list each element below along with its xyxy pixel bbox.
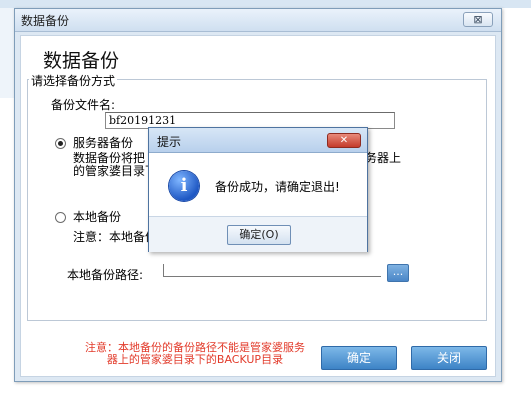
warning-line2: 器上的管家婆目录下的BACKUP目录	[106, 353, 284, 366]
prompt-close-button[interactable]: ✕	[327, 133, 361, 148]
backup-filename-label: 备份文件名:	[51, 98, 116, 112]
local-path-input[interactable]	[163, 276, 381, 277]
prompt-titlebar: 提示 ✕	[149, 128, 367, 153]
prompt-footer: 确定(O)	[149, 216, 367, 252]
browse-button[interactable]: ...	[387, 264, 409, 282]
prompt-message: 备份成功，请确定退出!	[215, 180, 340, 194]
backup-method-group-label: 请选择备份方式	[29, 72, 118, 89]
prompt-title: 提示	[157, 135, 182, 149]
page-title: 数据备份	[43, 50, 120, 72]
background-window-strip	[0, 0, 531, 8]
server-backup-description-tail: 务器上	[365, 151, 402, 165]
server-backup-radio[interactable]	[55, 138, 66, 149]
local-backup-label[interactable]: 本地备份	[73, 208, 121, 225]
dialog-titlebar: 数据备份 ⊠	[15, 9, 501, 32]
background-window-edge	[0, 8, 14, 98]
server-backup-label[interactable]: 服务器备份	[73, 134, 133, 151]
prompt-ok-button[interactable]: 确定(O)	[227, 225, 291, 245]
local-path-label: 本地备份路径:	[67, 268, 144, 282]
info-icon: i	[169, 171, 199, 201]
local-backup-radio[interactable]	[55, 212, 66, 223]
prompt-dialog: 提示 ✕ i 备份成功，请确定退出! 确定(O)	[148, 127, 368, 252]
dialog-close-button[interactable]: ⊠	[463, 12, 493, 27]
warning-note: 注意：本地备份的备份路径不能是管家婆服务 器上的管家婆目录下的BACKUP目录	[65, 342, 325, 366]
dialog-title: 数据备份	[21, 14, 70, 28]
ok-button[interactable]: 确定	[321, 346, 397, 370]
close-button[interactable]: 关闭	[411, 346, 487, 370]
